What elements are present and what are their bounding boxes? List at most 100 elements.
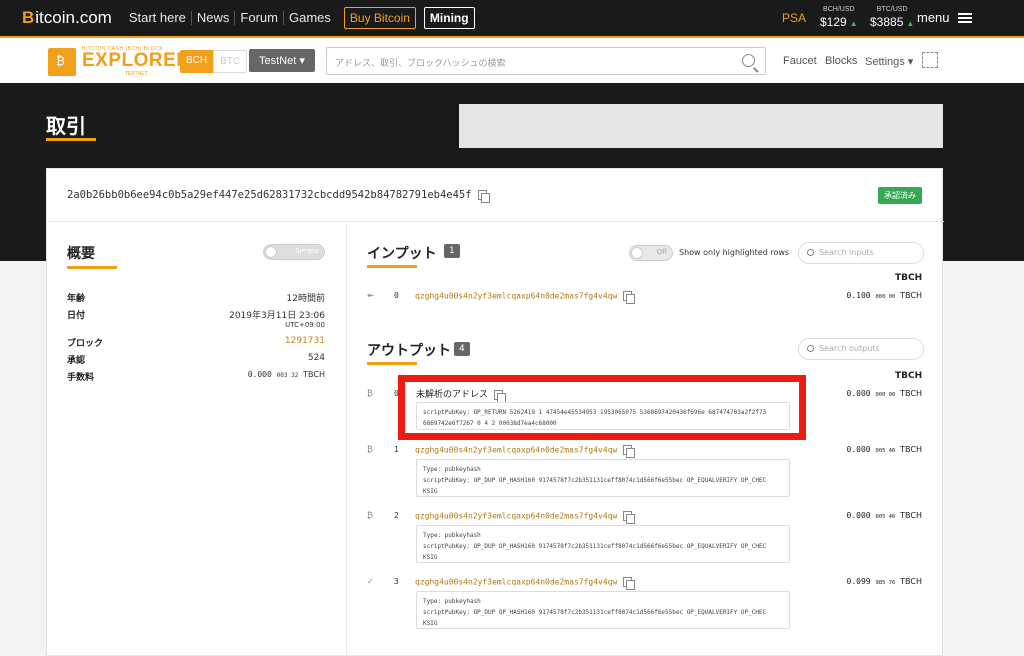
bch-price-label: BCH/USD bbox=[823, 6, 855, 13]
input-address-text: qzghg4u00s4n2yf3emlcqaxp64n0de2mas7fg4v4… bbox=[415, 291, 618, 301]
amount-small: 005 46 bbox=[875, 448, 896, 454]
hamburger-icon bbox=[957, 12, 972, 23]
search-icon bbox=[807, 345, 814, 352]
logo-title: EXPLORER bbox=[82, 50, 191, 71]
logo-network: TESTNET bbox=[124, 71, 148, 77]
bch-price-value: $129 bbox=[820, 15, 847, 29]
top-nav-links: Start here News Forum Games bbox=[124, 11, 336, 25]
inputs-title: インプット bbox=[367, 246, 437, 262]
nav-forum[interactable]: Forum bbox=[235, 11, 284, 25]
nav-settings[interactable]: Settings ▾ bbox=[865, 55, 913, 68]
script-type: Type: pubkeyhash bbox=[423, 532, 481, 539]
txid-value: 2a0b26bb0b6ee94c0b5a29ef447e25d62831732c… bbox=[67, 189, 472, 201]
date-value: 2019年3月11日 23:06 bbox=[229, 311, 325, 321]
copy-icon[interactable] bbox=[623, 445, 636, 458]
summary-panel: 概要 Simple 年齢 12時間前 日付 2019年3月11日 23:06 U… bbox=[47, 223, 347, 656]
output-index: 2 bbox=[394, 511, 399, 520]
simple-toggle[interactable]: Simple bbox=[263, 244, 325, 260]
outputs-underline bbox=[367, 362, 417, 365]
input-arrow-icon: ↞ bbox=[367, 291, 374, 300]
mining-button[interactable]: Mining bbox=[423, 7, 475, 29]
amount-unit: TBCH bbox=[900, 577, 922, 586]
script-line: KSIG bbox=[423, 554, 438, 561]
buy-bitcoin-button[interactable]: Buy Bitcoin bbox=[343, 7, 416, 29]
amount-unit: TBCH bbox=[900, 389, 922, 398]
output-amount: 0.000 005 46 TBCH bbox=[847, 511, 922, 520]
amount-main: 0.100 bbox=[846, 291, 871, 300]
psa-link[interactable]: PSA bbox=[782, 11, 806, 25]
output-address[interactable]: qzghg4u00s4n2yf3emlcqaxp64n0de2mas7fg4v4… bbox=[415, 577, 636, 590]
copy-icon[interactable] bbox=[623, 577, 636, 590]
script-line: scriptPubKey: OP_DUP OP_HASH160 9174578f… bbox=[423, 609, 767, 616]
input-index: 0 bbox=[394, 291, 399, 300]
timezone-value: UTC+09:00 bbox=[285, 321, 325, 329]
output-coin-icon: ₿ bbox=[367, 389, 373, 398]
nav-start-here[interactable]: Start here bbox=[124, 11, 192, 25]
output-address[interactable]: qzghg4u00s4n2yf3emlcqaxp64n0de2mas7fg4v4… bbox=[415, 511, 636, 524]
highlight-toggle[interactable]: Off bbox=[629, 245, 673, 261]
price-up-icon: ▲ bbox=[906, 19, 915, 28]
inputs-underline bbox=[367, 265, 417, 268]
bch-price-ticker: BCH/USD $129 ▲ bbox=[820, 6, 858, 31]
copy-icon[interactable] bbox=[477, 190, 490, 203]
age-value: 12時間前 bbox=[286, 294, 325, 304]
fee-small-digits: 003 32 bbox=[276, 372, 299, 379]
script-line: KSIG bbox=[423, 488, 438, 495]
search-input[interactable]: アドレス、取引、ブロックハッシュの検索 bbox=[326, 47, 766, 75]
outputs-count-badge: 4 bbox=[454, 342, 470, 356]
nav-faucet[interactable]: Faucet bbox=[783, 55, 817, 67]
fee-unit: TBCH bbox=[303, 370, 325, 379]
cube-icon bbox=[48, 47, 76, 76]
qr-scan-icon[interactable] bbox=[922, 52, 938, 68]
block-link[interactable]: 1291731 bbox=[285, 336, 325, 346]
coin-switch: BCH BTC bbox=[180, 50, 248, 73]
highlight-toggle-state: Off bbox=[656, 248, 667, 256]
amount-small: 000 00 bbox=[875, 294, 896, 300]
explorer-logo[interactable]: BITCOIN CASH (BCH) BLOCK EXPLORER TESTNE… bbox=[48, 46, 191, 77]
search-inputs-placeholder: Search inputs bbox=[819, 248, 874, 257]
search-icon[interactable] bbox=[742, 54, 755, 67]
date-label: 日付 bbox=[67, 311, 86, 321]
amount-small: 005 46 bbox=[875, 514, 896, 520]
output-amount: 0.000 005 46 TBCH bbox=[847, 445, 922, 454]
script-line: KSIG bbox=[423, 620, 438, 627]
output-address[interactable]: qzghg4u00s4n2yf3emlcqaxp64n0de2mas7fg4v4… bbox=[415, 445, 636, 458]
output-coin-icon: ₿ bbox=[367, 511, 373, 520]
spent-check-icon: ✓ bbox=[367, 577, 374, 586]
inputs-unit-header: TBCH bbox=[895, 273, 923, 283]
search-inputs-field[interactable]: Search inputs bbox=[798, 242, 924, 264]
amount-main: 0.099 bbox=[846, 577, 871, 586]
bitcoin-com-logo[interactable]: Bitcoin.com bbox=[22, 8, 112, 28]
script-box: Type: pubkeyhash scriptPubKey: OP_DUP OP… bbox=[416, 459, 790, 497]
nav-news[interactable]: News bbox=[192, 11, 236, 25]
amount-main: 0.000 bbox=[846, 445, 871, 454]
nav-games[interactable]: Games bbox=[284, 11, 336, 25]
output-index: 1 bbox=[394, 445, 399, 454]
copy-icon[interactable] bbox=[623, 291, 636, 304]
copy-icon[interactable] bbox=[623, 511, 636, 524]
search-outputs-field[interactable]: Search outputs bbox=[798, 338, 924, 360]
page-title: 取引 bbox=[46, 114, 86, 138]
toggle-knob bbox=[631, 247, 643, 259]
output-index: 3 bbox=[394, 577, 399, 586]
top-navbar: Bitcoin.com Start here News Forum Games … bbox=[0, 0, 1024, 36]
outputs-title: アウトプット bbox=[367, 343, 451, 359]
output-amount: 0.099 985 76 TBCH bbox=[847, 577, 922, 586]
search-placeholder: アドレス、取引、ブロックハッシュの検索 bbox=[335, 59, 506, 69]
network-dropdown[interactable]: TestNet ▾ bbox=[249, 49, 315, 72]
menu-button[interactable]: menu bbox=[917, 10, 972, 25]
coin-bch-option[interactable]: BCH bbox=[180, 50, 214, 73]
btc-price-label: BTC/USD bbox=[876, 6, 908, 13]
inputs-count-badge: 1 bbox=[444, 244, 460, 258]
amount-main: 0.000 bbox=[846, 389, 871, 398]
nav-blocks[interactable]: Blocks bbox=[825, 55, 857, 67]
confirmations-label: 承認 bbox=[67, 356, 86, 366]
input-address[interactable]: qzghg4u00s4n2yf3emlcqaxp64n0de2mas7fg4v4… bbox=[415, 291, 636, 304]
summary-title: 概要 bbox=[67, 246, 95, 262]
script-line: scriptPubKey: OP_DUP OP_HASH160 9174578f… bbox=[423, 543, 767, 550]
script-box: Type: pubkeyhash scriptPubKey: OP_DUP OP… bbox=[416, 591, 790, 629]
coin-btc-option[interactable]: BTC bbox=[213, 50, 248, 73]
age-label: 年齢 bbox=[67, 294, 86, 304]
output-address-text: qzghg4u00s4n2yf3emlcqaxp64n0de2mas7fg4v4… bbox=[415, 445, 618, 455]
block-label: ブロック bbox=[67, 339, 104, 349]
